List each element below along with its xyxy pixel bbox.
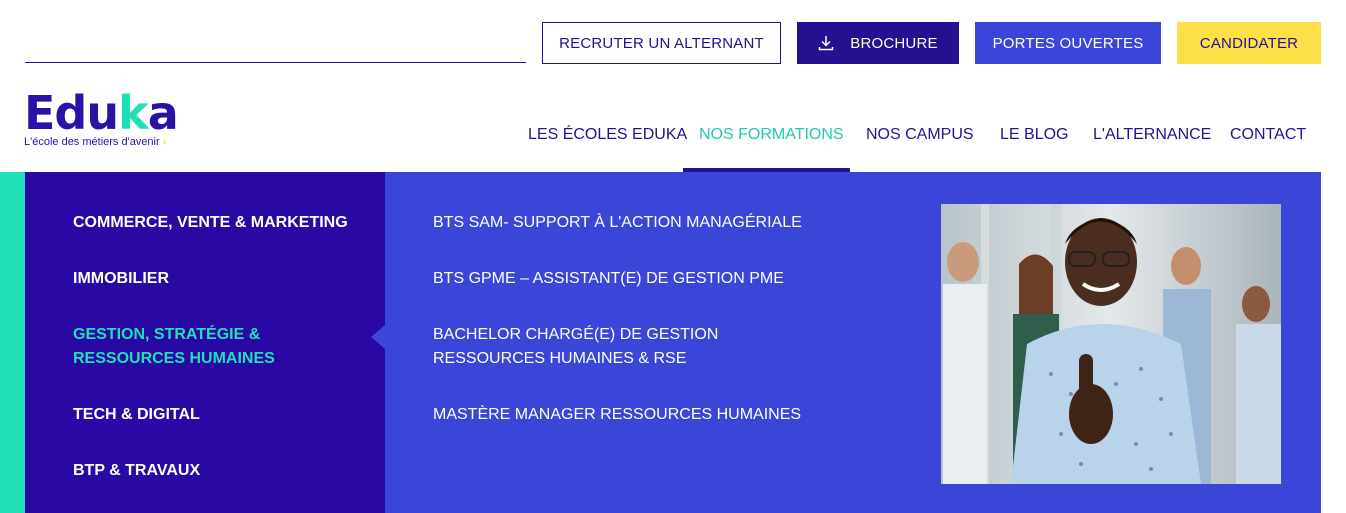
nav-item-ecoles[interactable]: LES ÉCOLES EDUKA — [528, 126, 687, 144]
category-tech-digital[interactable]: TECH & DIGITAL — [73, 403, 373, 427]
formation-bts-sam[interactable]: BTS SAM- SUPPORT À L'ACTION MANAGÉRIALE — [433, 211, 833, 235]
accent-strip — [0, 172, 25, 513]
nav-item-contact[interactable]: CONTACT — [1230, 126, 1306, 144]
candidater-button[interactable]: CANDIDATER — [1177, 22, 1321, 64]
formation-bts-gpme[interactable]: BTS GPME – ASSISTANT(E) DE GESTION PME — [433, 267, 833, 291]
formations-panel: BTS SAM- SUPPORT À L'ACTION MANAGÉRIALE … — [385, 172, 1321, 513]
nav-item-alternance[interactable]: L'ALTERNANCE — [1093, 126, 1211, 144]
download-icon — [819, 36, 834, 51]
portes-ouvertes-label: PORTES OUVERTES — [992, 34, 1144, 52]
nav-item-campus[interactable]: NOS CAMPUS — [866, 126, 974, 144]
brochure-label: BROCHURE — [850, 34, 938, 52]
formation-photo — [941, 204, 1281, 484]
category-btp[interactable]: BTP & TRAVAUX — [73, 459, 373, 483]
category-gestion-rh[interactable]: GESTION, STRATÉGIE & RESSOURCES HUMAINES — [73, 323, 373, 371]
logo-wordmark: Eduka — [24, 86, 179, 140]
category-commerce[interactable]: COMMERCE, VENTE & MARKETING — [73, 211, 373, 235]
nav-item-blog[interactable]: LE BLOG — [1000, 126, 1068, 144]
search-input-underline[interactable] — [25, 62, 526, 63]
formation-mastere-rh[interactable]: MASTÈRE MANAGER RESSOURCES HUMAINES — [433, 403, 833, 427]
recruter-alternant-button[interactable]: RECRUTER UN ALTERNANT — [542, 22, 781, 64]
category-immobilier[interactable]: IMMOBILIER — [73, 267, 373, 291]
chevron-right-icon: › — [162, 136, 167, 148]
eduka-logo[interactable]: Eduka L'école des métiers d'avenir › — [24, 86, 179, 148]
nav-item-formations[interactable]: NOS FORMATIONS — [699, 126, 844, 144]
recruter-alternant-label: RECRUTER UN ALTERNANT — [559, 34, 764, 52]
brochure-button[interactable]: BROCHURE — [797, 22, 959, 64]
active-category-pointer — [371, 325, 385, 349]
candidater-label: CANDIDATER — [1199, 34, 1299, 52]
formation-bachelor-rh[interactable]: BACHELOR CHARGÉ(E) DE GESTION RESSOURCES… — [433, 323, 833, 371]
logo-tagline: L'école des métiers d'avenir › — [24, 136, 167, 148]
portes-ouvertes-button[interactable]: PORTES OUVERTES — [975, 22, 1161, 64]
category-panel: COMMERCE, VENTE & MARKETING IMMOBILIER G… — [25, 172, 385, 513]
